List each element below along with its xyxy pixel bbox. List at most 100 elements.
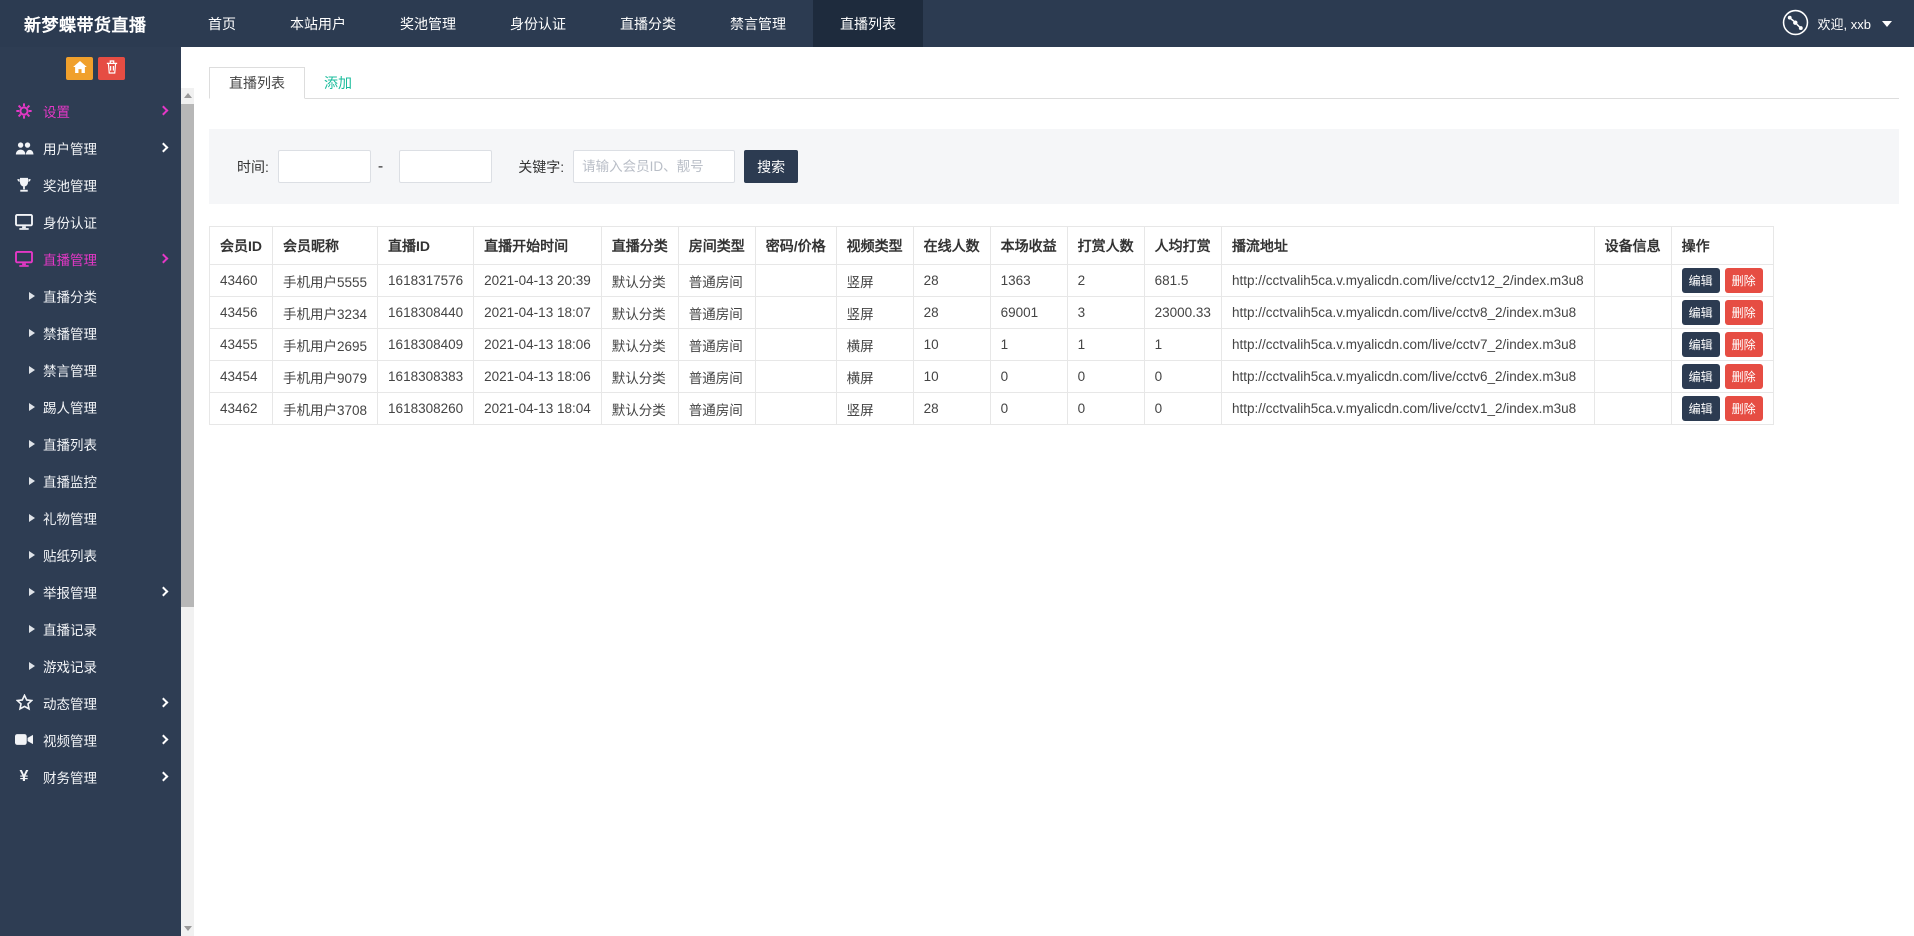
- scrollbar-thumb[interactable]: [181, 104, 194, 607]
- nav-item[interactable]: 身份认证: [483, 0, 593, 47]
- sidebar-subitem[interactable]: 直播分类: [0, 277, 181, 314]
- table-cell: 手机用户3708: [273, 393, 378, 425]
- edit-button[interactable]: 编辑: [1682, 364, 1720, 389]
- sidebar-item-label: 禁播管理: [43, 323, 97, 343]
- nav-item[interactable]: 首页: [181, 0, 263, 47]
- brand-title[interactable]: 新梦蝶带货直播: [0, 0, 181, 47]
- submenu-arrow-icon: [29, 588, 35, 596]
- nav-item[interactable]: 禁言管理: [703, 0, 813, 47]
- table-cell: 默认分类: [601, 393, 678, 425]
- users-icon: [13, 141, 35, 155]
- sidebar-item[interactable]: 设置: [0, 92, 181, 129]
- table-cell: [755, 393, 836, 425]
- nav-item[interactable]: 本站用户: [263, 0, 373, 47]
- sidebar-subitem[interactable]: 直播记录: [0, 610, 181, 647]
- sidebar-subitem[interactable]: 游戏记录: [0, 647, 181, 684]
- sidebar-subitem[interactable]: 直播监控: [0, 462, 181, 499]
- sidebar-item-label: 用户管理: [43, 138, 97, 158]
- table-cell: 2021-04-13 20:39: [474, 265, 602, 297]
- delete-button[interactable]: 删除: [1725, 268, 1763, 293]
- sidebar-item-label: 直播管理: [43, 249, 97, 269]
- sidebar-item-label: 贴纸列表: [43, 545, 97, 565]
- table-row: 43460手机用户555516183175762021-04-13 20:39默…: [210, 265, 1774, 297]
- network-globe-icon: [1782, 9, 1809, 39]
- table-cell: 0: [1067, 393, 1144, 425]
- table-cell: 43454: [210, 361, 273, 393]
- trash-button[interactable]: [98, 57, 125, 80]
- tab-add[interactable]: 添加: [305, 68, 371, 98]
- submenu-arrow-icon: [29, 477, 35, 485]
- time-end-input[interactable]: [399, 150, 492, 183]
- table-cell: 普通房间: [678, 361, 755, 393]
- sidebar-item[interactable]: 直播管理: [0, 240, 181, 277]
- sidebar-subitem[interactable]: 直播列表: [0, 425, 181, 462]
- submenu-arrow-icon: [29, 329, 35, 337]
- sidebar-item-label: 设置: [43, 101, 70, 121]
- nav-item[interactable]: 直播分类: [593, 0, 703, 47]
- table-cell: 横屏: [836, 361, 913, 393]
- submenu-arrow-icon: [29, 440, 35, 448]
- tab-bar: 直播列表 添加: [209, 68, 1899, 99]
- table-cell: 手机用户9079: [273, 361, 378, 393]
- actions-cell: 编辑删除: [1671, 329, 1773, 361]
- sidebar-subitem[interactable]: 踢人管理: [0, 388, 181, 425]
- table-cell: [755, 329, 836, 361]
- sidebar-item[interactable]: 用户管理: [0, 129, 181, 166]
- tab-live-list[interactable]: 直播列表: [209, 67, 305, 99]
- chevron-down-icon: [1882, 21, 1892, 27]
- sidebar-item[interactable]: ¥财务管理: [0, 758, 181, 795]
- scrollbar-down-button[interactable]: [181, 921, 194, 936]
- table-cell: 0: [990, 393, 1067, 425]
- table-cell: 28: [913, 393, 990, 425]
- delete-button[interactable]: 删除: [1725, 396, 1763, 421]
- chevron-right-icon: [159, 106, 169, 116]
- edit-button[interactable]: 编辑: [1682, 300, 1720, 325]
- delete-button[interactable]: 删除: [1725, 364, 1763, 389]
- table-cell: http://cctvalih5ca.v.myalicdn.com/live/c…: [1221, 361, 1594, 393]
- time-start-input[interactable]: [278, 150, 371, 183]
- table-cell: 23000.33: [1144, 297, 1221, 329]
- star-icon: [13, 694, 35, 711]
- monitor-icon: [13, 251, 35, 267]
- scrollbar-up-button[interactable]: [181, 88, 194, 103]
- table-cell: 横屏: [836, 329, 913, 361]
- edit-button[interactable]: 编辑: [1682, 396, 1720, 421]
- table-cell: 0: [990, 361, 1067, 393]
- edit-button[interactable]: 编辑: [1682, 268, 1720, 293]
- sidebar-subitem[interactable]: 礼物管理: [0, 499, 181, 536]
- sidebar-item-label: 直播分类: [43, 286, 97, 306]
- search-button[interactable]: 搜索: [744, 150, 798, 183]
- table-cell: 28: [913, 297, 990, 329]
- delete-button[interactable]: 删除: [1725, 300, 1763, 325]
- edit-button[interactable]: 编辑: [1682, 332, 1720, 357]
- chevron-right-icon: [159, 772, 169, 782]
- table-cell: [755, 265, 836, 297]
- table-cell: 默认分类: [601, 329, 678, 361]
- keyword-input[interactable]: [573, 150, 735, 183]
- sidebar-subitem[interactable]: 禁播管理: [0, 314, 181, 351]
- table-cell: 1: [1144, 329, 1221, 361]
- sidebar-scrollbar[interactable]: [181, 88, 194, 936]
- sidebar-item-label: 踢人管理: [43, 397, 97, 417]
- sidebar-subitem[interactable]: 贴纸列表: [0, 536, 181, 573]
- nav-item[interactable]: 奖池管理: [373, 0, 483, 47]
- column-header: 密码/价格: [755, 227, 836, 265]
- table-cell: http://cctvalih5ca.v.myalicdn.com/live/c…: [1221, 393, 1594, 425]
- top-nav-user-area[interactable]: 欢迎, xxb: [1782, 0, 1914, 47]
- sidebar-tools: [0, 47, 181, 92]
- table-cell: 2021-04-13 18:07: [474, 297, 602, 329]
- sidebar-subitem[interactable]: 举报管理: [0, 573, 181, 610]
- sidebar-subitem[interactable]: 禁言管理: [0, 351, 181, 388]
- table-row: 43454手机用户907916183083832021-04-13 18:06默…: [210, 361, 1774, 393]
- table-cell: 手机用户3234: [273, 297, 378, 329]
- sidebar-item[interactable]: 动态管理: [0, 684, 181, 721]
- sidebar-item[interactable]: 奖池管理: [0, 166, 181, 203]
- table-cell: 43462: [210, 393, 273, 425]
- sidebar-item-label: 举报管理: [43, 582, 97, 602]
- sidebar-item[interactable]: 视频管理: [0, 721, 181, 758]
- sidebar-item[interactable]: 身份认证: [0, 203, 181, 240]
- submenu-arrow-icon: [29, 625, 35, 633]
- nav-item[interactable]: 直播列表: [813, 0, 923, 47]
- home-button[interactable]: [66, 57, 93, 80]
- delete-button[interactable]: 删除: [1725, 332, 1763, 357]
